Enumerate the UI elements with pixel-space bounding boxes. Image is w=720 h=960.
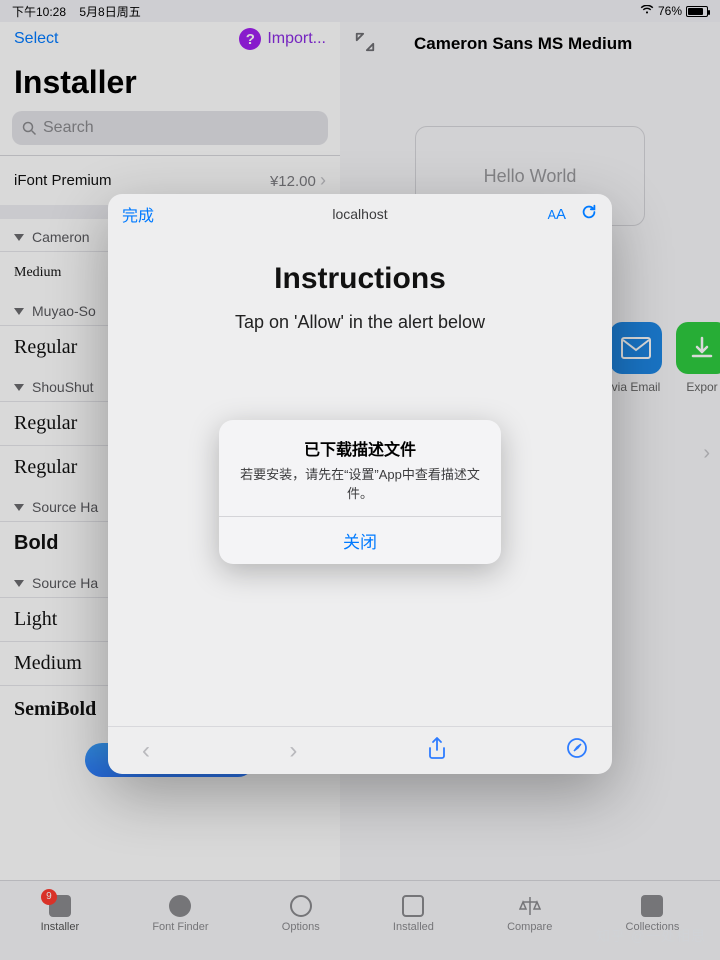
back-icon[interactable]: ‹ — [132, 737, 160, 765]
instructions-heading: Instructions — [132, 262, 588, 296]
safari-icon[interactable] — [566, 737, 588, 765]
ios-alert: 已下载描述文件 若要安装，请先在“设置”App中查看描述文件。 关闭 — [219, 420, 501, 564]
alert-title: 已下载描述文件 — [219, 420, 501, 464]
watermark: 知乎 @一处相思 — [596, 926, 706, 946]
sheet-top-bar: 完成 localhost AA — [108, 194, 612, 234]
sheet-host: localhost — [108, 206, 612, 222]
app-root: 下午10:28 5月8日周五 76% Select ? Import... In… — [0, 0, 720, 960]
refresh-icon[interactable] — [580, 203, 598, 225]
alert-close-button[interactable]: 关闭 — [219, 516, 501, 564]
forward-icon[interactable]: › — [279, 737, 307, 765]
sheet-toolbar: ‹ › — [108, 726, 612, 774]
text-size-button[interactable]: AA — [548, 206, 566, 223]
share-icon[interactable] — [427, 736, 447, 766]
alert-message: 若要安装，请先在“设置”App中查看描述文件。 — [219, 464, 501, 516]
instructions-sub: Tap on 'Allow' in the alert below — [132, 312, 588, 333]
